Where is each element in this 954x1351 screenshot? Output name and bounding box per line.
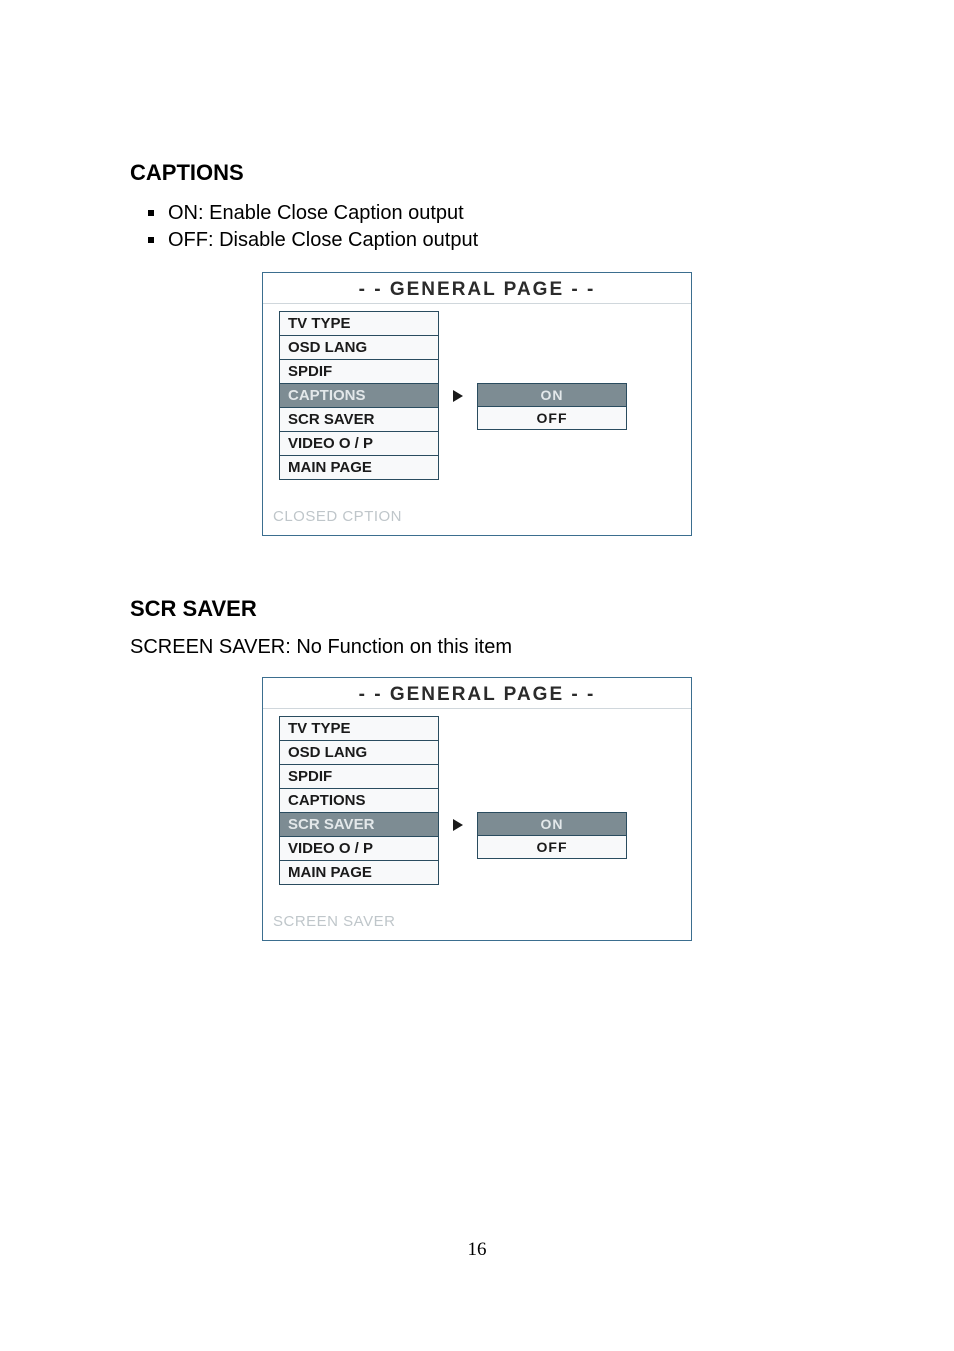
- osd-menu-item-main-page[interactable]: MAIN PAGE: [279, 455, 439, 480]
- page-number: 16: [0, 1239, 954, 1261]
- osd-screenshot-scr-saver: - - GENERAL PAGE - - TV TYPE OSD LANG SP…: [262, 677, 692, 941]
- osd-title: - - GENERAL PAGE - -: [263, 273, 691, 304]
- osd-arrow-icon: [449, 383, 467, 408]
- osd-menu-list: TV TYPE OSD LANG SPDIF CAPTIONS SCR SAVE…: [279, 312, 439, 480]
- osd-menu-item-video-op[interactable]: VIDEO O / P: [279, 431, 439, 456]
- bullet-item: OFF: Disable Close Caption output: [148, 227, 824, 254]
- osd-option-off[interactable]: OFF: [477, 835, 627, 859]
- osd-options-list: ON OFF: [477, 717, 627, 885]
- osd-menu-item-scr-saver[interactable]: SCR SAVER: [279, 812, 439, 837]
- osd-option-on[interactable]: ON: [477, 812, 627, 836]
- osd-menu-item-scr-saver[interactable]: SCR SAVER: [279, 407, 439, 432]
- osd-menu-item-video-op[interactable]: VIDEO O / P: [279, 836, 439, 861]
- osd-title: - - GENERAL PAGE - -: [263, 678, 691, 709]
- osd-option-on[interactable]: ON: [477, 383, 627, 407]
- osd-option-off[interactable]: OFF: [477, 406, 627, 430]
- osd-screenshot-captions: - - GENERAL PAGE - - TV TYPE OSD LANG SP…: [262, 272, 692, 536]
- osd-menu-item-osd-lang[interactable]: OSD LANG: [279, 335, 439, 360]
- osd-menu-item-captions[interactable]: CAPTIONS: [279, 383, 439, 408]
- osd-menu-item-spdif[interactable]: SPDIF: [279, 764, 439, 789]
- osd-menu-item-captions[interactable]: CAPTIONS: [279, 788, 439, 813]
- bullet-item: ON: Enable Close Caption output: [148, 200, 824, 227]
- osd-menu-item-tv-type[interactable]: TV TYPE: [279, 311, 439, 336]
- scr-saver-heading: SCR SAVER: [130, 596, 824, 622]
- osd-menu-list: TV TYPE OSD LANG SPDIF CAPTIONS SCR SAVE…: [279, 717, 439, 885]
- osd-options-list: ON OFF: [477, 312, 627, 480]
- scr-saver-body: SCREEN SAVER: No Function on this item: [130, 636, 824, 659]
- osd-status-text: SCREEN SAVER: [263, 885, 691, 940]
- captions-bullets: ON: Enable Close Caption output OFF: Dis…: [130, 200, 824, 254]
- captions-heading: CAPTIONS: [130, 160, 824, 186]
- osd-menu-item-spdif[interactable]: SPDIF: [279, 359, 439, 384]
- osd-menu-item-tv-type[interactable]: TV TYPE: [279, 716, 439, 741]
- osd-arrow-column: [449, 717, 467, 885]
- osd-status-text: CLOSED CPTION: [263, 480, 691, 535]
- osd-menu-item-osd-lang[interactable]: OSD LANG: [279, 740, 439, 765]
- osd-arrow-column: [449, 312, 467, 480]
- osd-menu-item-main-page[interactable]: MAIN PAGE: [279, 860, 439, 885]
- osd-arrow-icon: [449, 812, 467, 837]
